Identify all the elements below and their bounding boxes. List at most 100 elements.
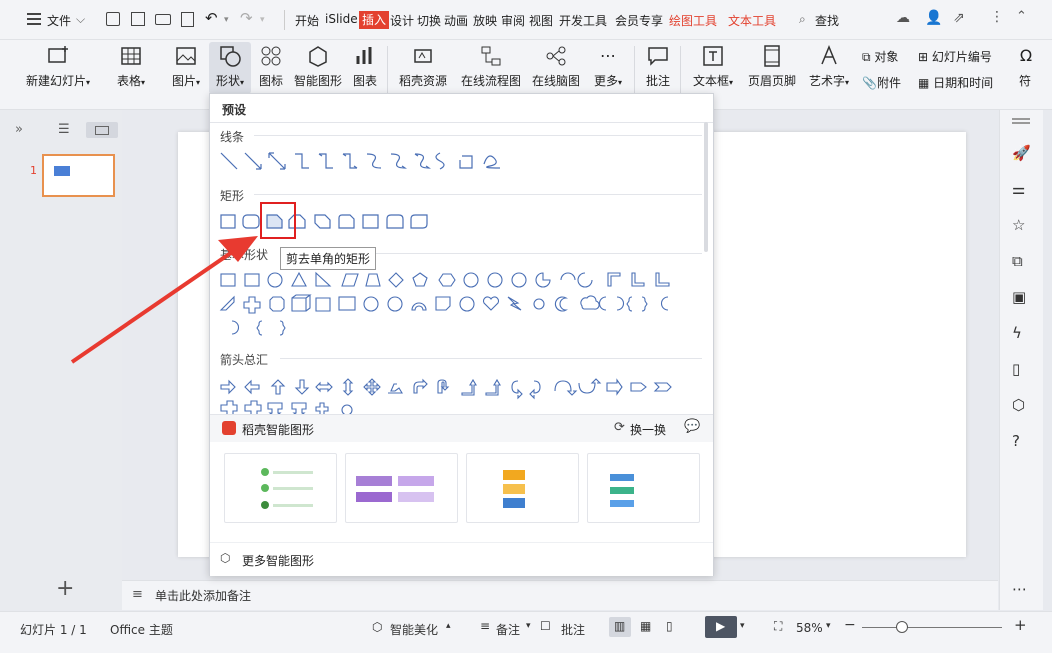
tab-drawing-tools[interactable]: 绘图工具 bbox=[669, 12, 717, 29]
curved-arrow-connector-shape[interactable] bbox=[390, 153, 407, 169]
undo-dropdown-icon[interactable]: ▾ bbox=[224, 15, 229, 25]
frame-shape[interactable] bbox=[607, 272, 621, 287]
docer-resource-button[interactable]: 稻壳资源 bbox=[395, 44, 451, 89]
right-arrow-callout-shape[interactable] bbox=[220, 400, 238, 416]
freeform-shape[interactable] bbox=[459, 155, 473, 169]
cube-shape[interactable] bbox=[291, 294, 312, 312]
u-turn-arrow-shape[interactable] bbox=[437, 379, 450, 394]
notes-placeholder[interactable]: 单击此处添加备注 bbox=[155, 587, 251, 604]
right-bracket-shape[interactable] bbox=[231, 320, 240, 335]
beautify-button[interactable]: 智能美化 bbox=[390, 621, 438, 638]
lightning-bolt-shape[interactable] bbox=[507, 296, 522, 311]
preview-icon[interactable] bbox=[181, 12, 194, 27]
chevron-down-icon[interactable]: ⌵ bbox=[76, 12, 85, 27]
redo-dropdown-icon[interactable]: ▾ bbox=[260, 15, 265, 25]
tab-transitions[interactable]: 切换 bbox=[417, 12, 441, 29]
flowchart-button[interactable]: 在线流程图 bbox=[459, 44, 523, 89]
smart-template-thumbnail[interactable] bbox=[345, 453, 458, 523]
redo-icon[interactable]: ↷ bbox=[240, 9, 253, 27]
smart-template-thumbnail[interactable] bbox=[224, 453, 337, 523]
cloud-icon[interactable]: ☁ bbox=[896, 10, 910, 26]
notes-bar[interactable]: ≡ 单击此处添加备注 bbox=[122, 580, 998, 610]
lightning-icon[interactable]: ϟ bbox=[1012, 324, 1030, 342]
half-frame-shape[interactable] bbox=[631, 272, 645, 287]
pentagon-shape[interactable] bbox=[412, 272, 428, 287]
picture-button[interactable]: 图片▾ bbox=[168, 44, 204, 89]
image-icon[interactable]: ▣ bbox=[1012, 288, 1030, 306]
slide-number-button[interactable]: ⊞ 幻灯片编号 bbox=[918, 48, 992, 65]
l-shape[interactable] bbox=[655, 272, 670, 287]
export-icon[interactable] bbox=[131, 12, 145, 26]
normal-view-button[interactable]: ▥ bbox=[609, 617, 631, 637]
scribble-shape[interactable] bbox=[483, 155, 501, 169]
share-icon[interactable]: ⇗ bbox=[953, 10, 965, 26]
tab-home[interactable]: 开始 bbox=[295, 12, 319, 29]
parallelogram-shape[interactable] bbox=[341, 273, 359, 287]
left-right-up-arrow-shape[interactable] bbox=[388, 383, 403, 394]
round-same-side-rectangle-shape[interactable] bbox=[386, 214, 404, 229]
refresh-button[interactable]: 换一换 bbox=[630, 421, 666, 438]
scrollbar-thumb[interactable] bbox=[704, 122, 708, 252]
play-dropdown-icon[interactable]: ▾ bbox=[740, 621, 745, 631]
header-footer-button[interactable]: 页眉页脚 bbox=[746, 44, 798, 89]
tab-animation[interactable]: 动画 bbox=[444, 12, 468, 29]
donut-shape[interactable] bbox=[363, 296, 379, 312]
cloud-shape[interactable] bbox=[580, 295, 600, 310]
no-symbol-shape[interactable] bbox=[387, 296, 403, 312]
hexagon-shape[interactable] bbox=[438, 273, 456, 287]
right-brace-shape[interactable] bbox=[279, 320, 286, 336]
tab-view[interactable]: 视图 bbox=[529, 12, 553, 29]
diagonal-stripe-shape[interactable] bbox=[219, 295, 235, 311]
bevel-shape[interactable] bbox=[315, 297, 331, 312]
round-diagonal-rectangle-shape[interactable] bbox=[410, 214, 428, 229]
heptagon-shape[interactable] bbox=[463, 272, 479, 288]
grid-view-icon[interactable]: ▦ bbox=[640, 619, 651, 633]
triangle-shape[interactable] bbox=[291, 271, 307, 287]
snip-diagonal-rectangle-shape[interactable] bbox=[314, 214, 331, 229]
textbox-button[interactable]: 文本框▾ bbox=[689, 44, 737, 89]
curve-shape[interactable] bbox=[435, 152, 445, 170]
chevron-shape[interactable] bbox=[653, 382, 672, 392]
bent-arrow-shape[interactable] bbox=[413, 378, 428, 394]
trapezoid-shape[interactable] bbox=[365, 273, 381, 287]
datetime-button[interactable]: ▦ 日期和时间 bbox=[918, 74, 993, 91]
textbox-shape[interactable] bbox=[220, 273, 236, 287]
more-button[interactable]: ⋯ 更多▾ bbox=[590, 44, 626, 89]
rocket-icon[interactable]: 🚀 bbox=[1012, 144, 1031, 162]
tab-islide[interactable]: iSlide bbox=[325, 12, 358, 26]
up-down-arrow-shape[interactable] bbox=[342, 378, 354, 396]
double-arrow-line-shape[interactable] bbox=[268, 152, 286, 170]
layers-icon[interactable]: ⧉ bbox=[1012, 252, 1030, 270]
sliders-icon[interactable]: ⚌ bbox=[1012, 180, 1030, 198]
elbow-arrow-connector-shape[interactable] bbox=[318, 153, 333, 169]
oval-shape[interactable] bbox=[267, 272, 283, 288]
caret-up-icon[interactable]: ▴ bbox=[446, 621, 451, 631]
curved-up-arrow-shape[interactable] bbox=[554, 380, 578, 396]
more-smart-graphics-row[interactable]: ⬡ 更多智能图形 bbox=[210, 542, 713, 576]
teardrop-shape[interactable] bbox=[577, 272, 593, 288]
rectangle-shape[interactable] bbox=[220, 214, 236, 229]
up-arrow-shape[interactable] bbox=[270, 379, 286, 395]
quad-arrow-shape[interactable] bbox=[363, 378, 381, 396]
search-icon[interactable]: ⌕ bbox=[799, 12, 806, 27]
caret-down-icon[interactable]: ▾ bbox=[526, 621, 531, 631]
smiley-face-shape[interactable] bbox=[459, 296, 475, 312]
curved-right-arrow-shape[interactable] bbox=[511, 380, 523, 400]
zoom-slider-handle[interactable] bbox=[896, 621, 908, 633]
cube-icon[interactable]: ⬡ bbox=[1012, 396, 1030, 414]
dodecagon-shape[interactable] bbox=[511, 272, 527, 288]
object-button[interactable]: ⧉ 对象 bbox=[862, 48, 898, 65]
reading-view-icon[interactable]: ▯ bbox=[666, 619, 673, 633]
striped-right-arrow-shape[interactable] bbox=[606, 378, 623, 396]
more-options-icon[interactable]: ⋯ bbox=[1012, 580, 1030, 598]
right-triangle-shape[interactable] bbox=[315, 271, 332, 287]
curved-left-arrow-shape[interactable] bbox=[529, 380, 541, 400]
pie-shape[interactable] bbox=[535, 272, 551, 288]
print-icon[interactable] bbox=[155, 14, 171, 25]
zoom-dropdown-icon[interactable]: ▾ bbox=[826, 621, 831, 631]
elbow-double-arrow-shape[interactable] bbox=[342, 153, 358, 169]
search-label[interactable]: 查找 bbox=[815, 12, 839, 29]
notes-toggle-button[interactable]: 备注 bbox=[496, 621, 520, 638]
elbow-connector-shape[interactable] bbox=[295, 153, 309, 169]
arrow-line-shape[interactable] bbox=[244, 152, 262, 170]
